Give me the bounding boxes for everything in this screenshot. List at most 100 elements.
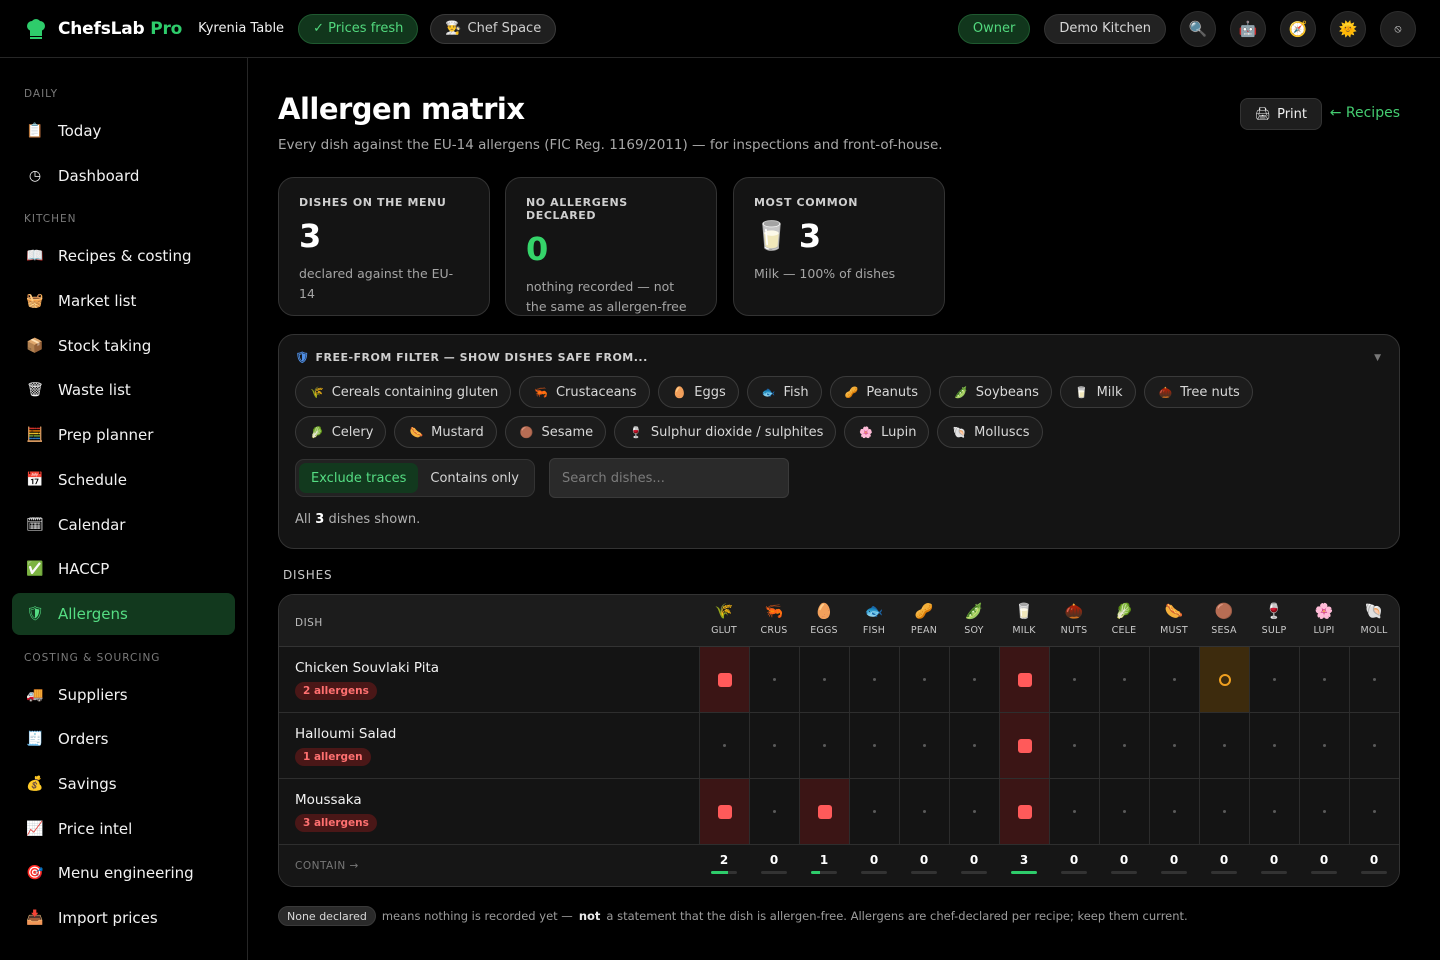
filter-chip-fish[interactable]: 🐟 Fish — [746, 376, 822, 408]
matrix-cell[interactable] — [949, 779, 999, 844]
matrix-cell[interactable] — [1099, 647, 1149, 712]
matrix-cell[interactable] — [1199, 779, 1249, 844]
matrix-cell[interactable] — [699, 713, 749, 778]
filter-chip-sulphur-dioxide-sulphites[interactable]: 🍷 Sulphur dioxide / sulphites — [614, 416, 837, 448]
matrix-cell[interactable] — [849, 647, 899, 712]
matrix-cell[interactable] — [1349, 779, 1399, 844]
table-row[interactable]: Chicken Souvlaki Pita 2 allergens — [279, 647, 1399, 713]
sidebar-item-calendar[interactable]: 🗓 Calendar — [12, 504, 235, 546]
power-icon[interactable]: ⦸ — [1380, 10, 1416, 47]
matrix-cell[interactable] — [1349, 647, 1399, 712]
chef-space-button[interactable]: 👨‍🍳 Chef Space — [430, 13, 557, 44]
matrix-cell[interactable] — [749, 779, 799, 844]
exclude-traces-button[interactable]: Exclude traces — [299, 463, 419, 493]
filter-chip-mustard[interactable]: 🌭 Mustard — [394, 416, 497, 448]
chevron-down-icon[interactable]: ▼ — [1374, 353, 1381, 363]
matrix-cell[interactable] — [949, 647, 999, 712]
prices-fresh-badge[interactable]: ✓ Prices fresh — [298, 13, 419, 44]
filter-chip-molluscs[interactable]: 🐚 Molluscs — [937, 416, 1043, 448]
matrix-cell[interactable] — [899, 779, 949, 844]
matrix-cell[interactable] — [1199, 647, 1249, 712]
owner-badge[interactable]: Owner — [957, 13, 1031, 44]
filter-chip-peanuts[interactable]: 🥜 Peanuts — [829, 376, 932, 408]
brand[interactable]: ChefsLab Pro — [24, 17, 182, 41]
sidebar-item-stock-taking[interactable]: 📦 Stock taking — [12, 325, 235, 367]
matrix-cell[interactable] — [799, 713, 849, 778]
filter-chip-milk[interactable]: 🥛 Milk — [1059, 376, 1136, 408]
matrix-cell[interactable] — [1049, 713, 1099, 778]
sidebar-item-savings[interactable]: 💰 Savings — [12, 763, 235, 805]
matrix-cell[interactable] — [1299, 779, 1349, 844]
sidebar-item-waste-list[interactable]: 🗑 Waste list — [12, 369, 235, 411]
compass-icon[interactable]: 🧭 — [1280, 10, 1316, 47]
column-header-eggs[interactable]: 🥚 EGGS — [799, 601, 849, 636]
column-header-sulp[interactable]: 🍷 SULP — [1249, 601, 1299, 636]
matrix-cell[interactable] — [1249, 713, 1299, 778]
matrix-cell[interactable] — [1149, 713, 1199, 778]
sidebar-item-import-prices[interactable]: 📥 Import prices — [12, 897, 235, 939]
column-header-pean[interactable]: 🥜 PEAN — [899, 601, 949, 636]
search-dishes-input[interactable] — [548, 458, 789, 498]
matrix-cell[interactable] — [899, 713, 949, 778]
filter-chip-cereals-containing-gluten[interactable]: 🌾 Cereals containing gluten — [295, 376, 512, 408]
kitchen-switcher[interactable]: Demo Kitchen — [1044, 13, 1166, 44]
sun-icon[interactable]: 🌞 — [1330, 10, 1366, 47]
column-header-milk[interactable]: 🥛 MILK — [999, 601, 1049, 636]
search-icon[interactable]: 🔍 — [1180, 10, 1216, 47]
column-header-cele[interactable]: 🥬 CELE — [1099, 601, 1149, 636]
sidebar-item-schedule[interactable]: 📅 Schedule — [12, 459, 235, 501]
sidebar-item-menu-engineering[interactable]: 🎯 Menu engineering — [12, 852, 235, 894]
robot-icon[interactable]: 🤖 — [1230, 10, 1266, 47]
filter-chip-crustaceans[interactable]: 🦐 Crustaceans — [519, 376, 650, 408]
dish-name[interactable]: Moussaka — [295, 792, 362, 808]
matrix-cell[interactable] — [1149, 779, 1199, 844]
sidebar-item-price-intel[interactable]: 📈 Price intel — [12, 808, 235, 850]
matrix-cell[interactable] — [899, 647, 949, 712]
filter-chip-celery[interactable]: 🥬 Celery — [295, 416, 387, 448]
table-row[interactable]: Moussaka 3 allergens — [279, 779, 1399, 845]
sidebar-item-suppliers[interactable]: 🚚 Suppliers — [12, 674, 235, 716]
matrix-cell[interactable] — [849, 713, 899, 778]
sidebar-item-today[interactable]: 📋 Today — [12, 110, 235, 152]
matrix-cell[interactable] — [799, 779, 849, 844]
sidebar-item-prep-planner[interactable]: 🧮 Prep planner — [12, 414, 235, 456]
matrix-cell[interactable] — [699, 647, 749, 712]
matrix-cell[interactable] — [1099, 779, 1149, 844]
matrix-cell[interactable] — [1299, 647, 1349, 712]
filter-chip-soybeans[interactable]: 🫛 Soybeans — [939, 376, 1052, 408]
matrix-cell[interactable] — [1049, 779, 1099, 844]
column-header-crus[interactable]: 🦐 CRUS — [749, 601, 799, 636]
matrix-cell[interactable] — [1049, 647, 1099, 712]
matrix-cell[interactable] — [1299, 713, 1349, 778]
matrix-cell[interactable] — [749, 713, 799, 778]
sidebar-item-allergens[interactable]: 🛡 Allergens — [12, 592, 235, 635]
contains-only-button[interactable]: Contains only — [418, 463, 531, 493]
column-header-glut[interactable]: 🌾 GLUT — [699, 601, 749, 636]
column-header-soy[interactable]: 🫛 SOY — [949, 601, 999, 636]
matrix-cell[interactable] — [1349, 713, 1399, 778]
sidebar-item-haccp[interactable]: ✅ HACCP — [12, 548, 235, 590]
matrix-cell[interactable] — [1199, 713, 1249, 778]
filter-chip-eggs[interactable]: 🥚 Eggs — [657, 376, 739, 408]
matrix-cell[interactable] — [999, 713, 1049, 778]
matrix-cell[interactable] — [999, 779, 1049, 844]
filter-chip-lupin[interactable]: 🌸 Lupin — [844, 416, 930, 448]
matrix-cell[interactable] — [1249, 779, 1299, 844]
dish-name[interactable]: Chicken Souvlaki Pita — [295, 660, 439, 676]
sidebar-item-market-list[interactable]: 🧺 Market list — [12, 280, 235, 322]
matrix-cell[interactable] — [799, 647, 849, 712]
matrix-cell[interactable] — [1249, 647, 1299, 712]
dish-name[interactable]: Halloumi Salad — [295, 726, 396, 742]
back-to-recipes-link[interactable]: ← Recipes — [1330, 105, 1400, 121]
column-header-nuts[interactable]: 🌰 NUTS — [1049, 601, 1099, 636]
sidebar-item-recipes-costing[interactable]: 📖 Recipes & costing — [12, 235, 235, 277]
matrix-cell[interactable] — [999, 647, 1049, 712]
column-header-sesa[interactable]: 🟤 SESA — [1199, 601, 1249, 636]
sidebar-item-dashboard[interactable]: ◷ Dashboard — [12, 155, 235, 197]
print-button[interactable]: 🖨 Print — [1239, 98, 1322, 130]
column-header-fish[interactable]: 🐟 FISH — [849, 601, 899, 636]
column-header-lupi[interactable]: 🌸 LUPI — [1299, 601, 1349, 636]
matrix-cell[interactable] — [1149, 647, 1199, 712]
matrix-cell[interactable] — [849, 779, 899, 844]
filter-chip-tree-nuts[interactable]: 🌰 Tree nuts — [1143, 376, 1253, 408]
